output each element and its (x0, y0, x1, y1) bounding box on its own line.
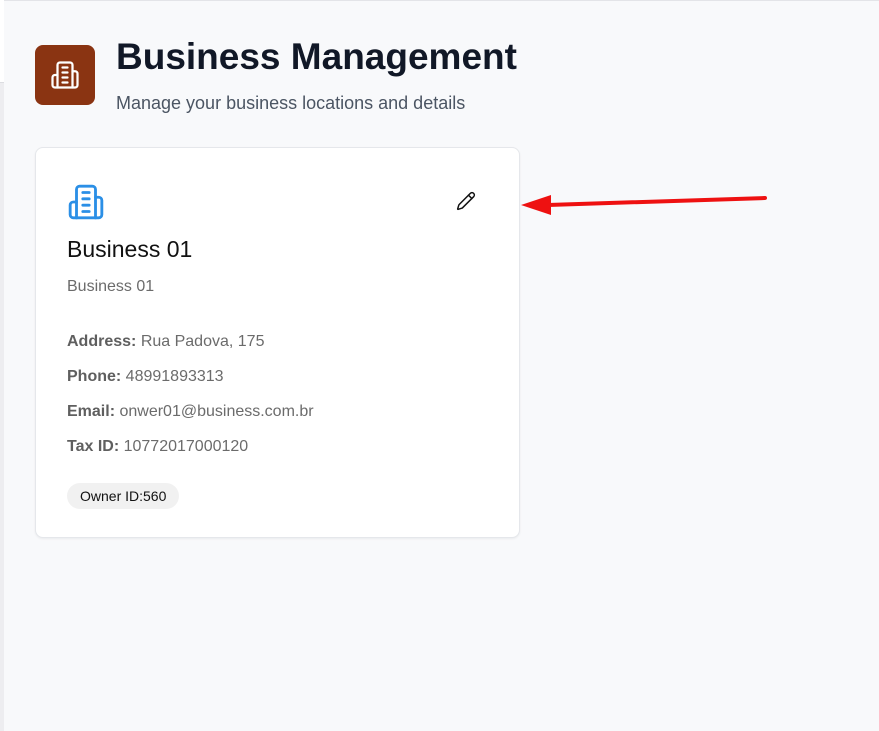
address-row: Address: Rua Padova, 175 (67, 333, 264, 351)
page-subtitle: Manage your business locations and detai… (116, 93, 466, 113)
business-name: Business 01 (67, 236, 193, 262)
sidebar-edge-top (0, 0, 4, 83)
header-building-icon (35, 45, 95, 105)
tax-id-label: Tax ID: (67, 438, 120, 455)
owner-id-badge: Owner ID:560 (67, 483, 180, 509)
business-card: Business 01 Business 01 Address: Rua Pad… (35, 147, 520, 538)
email-value: onwer01@business.com.br (119, 403, 314, 420)
email-label: Email: (67, 403, 116, 420)
page: Business Management Manage your business… (0, 0, 879, 731)
phone-row: Phone: 48991893313 (67, 368, 224, 386)
business-subtitle: Business 01 (67, 278, 155, 295)
address-label: Address: (67, 333, 137, 350)
address-value: Rua Padova, 175 (140, 333, 265, 350)
pencil-icon[interactable] (456, 191, 476, 211)
tax-id-value: 10772017000120 (123, 438, 249, 455)
top-divider (0, 0, 879, 1)
building-icon (67, 183, 105, 221)
edit-button[interactable] (454, 189, 478, 213)
phone-value: 48991893313 (125, 368, 224, 385)
sidebar-edge (0, 0, 4, 731)
tax-id-row: Tax ID: 10772017000120 (67, 438, 248, 456)
email-row: Email: onwer01@business.com.br (67, 403, 314, 421)
phone-label: Phone: (67, 368, 122, 385)
page-title: Business Management (116, 36, 517, 77)
